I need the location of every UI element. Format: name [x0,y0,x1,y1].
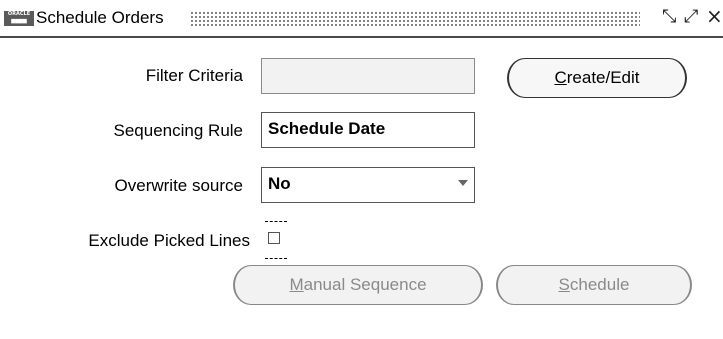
exclude-picked-lines-checkbox[interactable] [268,232,280,244]
schedule-button-label: Schedule [558,275,630,294]
create-edit-button-label: Create/Edit [554,68,640,87]
overwrite-source-select[interactable]: No [261,167,475,203]
overwrite-source-label: Overwrite source [114,176,243,195]
manual-sequence-button[interactable]: Manual Sequence [233,265,483,305]
filter-criteria-label: Filter Criteria [145,66,243,85]
chevron-down-icon[interactable] [458,180,468,186]
minimize-icon[interactable]: ⤡ [662,6,676,27]
oracle-app-icon: ORACLE ▆▆▆▆ [4,11,34,26]
sequencing-rule-label: Sequencing Rule [113,121,243,140]
create-edit-button[interactable]: Create/Edit [507,58,687,98]
close-icon[interactable]: × [706,4,723,28]
sequencing-rule-field[interactable]: Schedule Date [261,112,475,148]
window-title: Schedule Orders [36,8,170,28]
maximize-icon[interactable]: ⤢ [684,6,698,27]
titlebar-grip-pattern [190,11,640,27]
schedule-button[interactable]: Schedule [496,265,692,305]
manual-sequence-button-label: Manual Sequence [289,275,427,294]
window-titlebar[interactable]: ORACLE ▆▆▆▆ Schedule Orders ⤡ ⤢ × [0,0,723,38]
filter-criteria-field[interactable] [261,58,475,94]
exclude-picked-lines-label: Exclude Picked Lines [88,231,250,250]
